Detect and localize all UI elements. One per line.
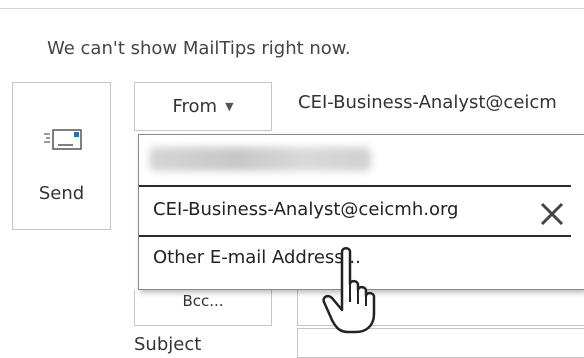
chevron-down-icon: ▼	[225, 100, 234, 113]
from-address: CEI-Business-Analyst@ceicm	[298, 92, 557, 113]
bcc-button[interactable]: Bcc...	[134, 290, 272, 326]
compose-window: We can't show MailTips right now. Send F…	[0, 0, 584, 358]
send-envelope-icon	[44, 129, 82, 150]
dropdown-separator	[139, 235, 571, 237]
close-icon[interactable]	[537, 199, 567, 229]
send-button[interactable]: Send	[12, 82, 111, 230]
hand-pointer-icon	[322, 247, 376, 334]
send-label: Send	[38, 183, 85, 204]
bcc-label: Bcc...	[182, 292, 224, 310]
from-button[interactable]: From ▼	[134, 82, 272, 131]
from-label: From	[172, 96, 218, 117]
dropdown-item-business-analyst[interactable]: CEI-Business-Analyst@ceicmh.org	[153, 199, 458, 220]
mailtips-notice: We can't show MailTips right now.	[47, 38, 351, 59]
dropdown-separator	[139, 185, 571, 187]
subject-label: Subject	[134, 334, 202, 355]
divider	[0, 8, 584, 9]
dropdown-item-redacted[interactable]	[149, 147, 371, 171]
